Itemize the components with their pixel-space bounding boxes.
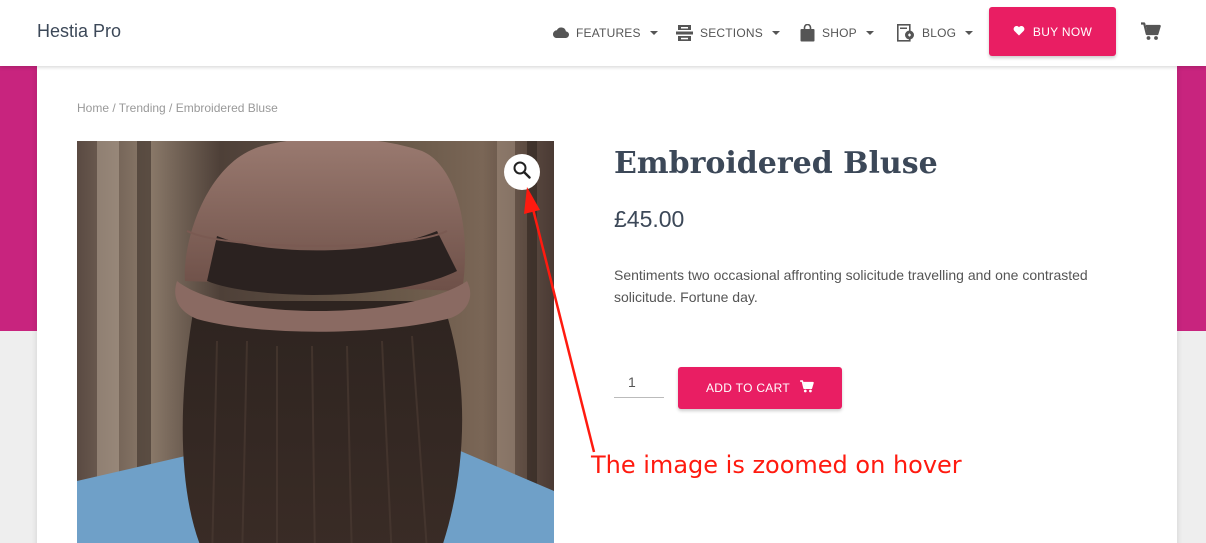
navbar: Hestia Pro FEATURES SECTIONS SHOP BLOG B… bbox=[0, 0, 1206, 66]
add-to-cart-label: ADD TO CART bbox=[706, 381, 790, 395]
product-description: Sentiments two occasional affronting sol… bbox=[614, 267, 1088, 305]
product-price: £45.00 bbox=[614, 206, 685, 232]
brand-logo[interactable]: Hestia Pro bbox=[37, 21, 121, 42]
page: Hestia Pro FEATURES SECTIONS SHOP BLOG B… bbox=[0, 0, 1206, 543]
nav-item-blog[interactable]: BLOG bbox=[897, 22, 974, 44]
add-to-cart-button[interactable]: ADD TO CART bbox=[678, 367, 842, 409]
heart-icon bbox=[1013, 25, 1025, 39]
caret-down-icon bbox=[965, 31, 974, 35]
sections-icon bbox=[676, 24, 693, 42]
product-image[interactable] bbox=[77, 141, 554, 543]
breadcrumb[interactable]: Home / Trending / Embroidered Bluse bbox=[77, 101, 278, 115]
shopping-bag-icon bbox=[800, 24, 815, 42]
product-title: Embroidered Bluse bbox=[614, 146, 938, 181]
cloud-icon bbox=[552, 27, 569, 39]
nav-label: SECTIONS bbox=[700, 26, 763, 40]
nav-item-sections[interactable]: SECTIONS bbox=[676, 22, 780, 44]
cart-icon bbox=[800, 380, 814, 396]
caret-down-icon bbox=[771, 31, 780, 35]
nav-label: SHOP bbox=[822, 26, 857, 40]
zoom-button[interactable] bbox=[504, 154, 540, 190]
nav-label: FEATURES bbox=[576, 26, 641, 40]
quantity-input[interactable]: 1 bbox=[614, 366, 664, 398]
nav-label: BLOG bbox=[922, 26, 957, 40]
blog-icon bbox=[897, 24, 915, 42]
caret-down-icon bbox=[649, 31, 658, 35]
cart-icon[interactable] bbox=[1141, 22, 1161, 46]
nav-item-shop[interactable]: SHOP bbox=[800, 22, 874, 44]
nav-item-features[interactable]: FEATURES bbox=[552, 22, 658, 44]
buy-now-label: BUY NOW bbox=[1032, 24, 1093, 39]
buy-now-button[interactable]: BUY NOW bbox=[989, 7, 1116, 56]
magnifier-icon bbox=[513, 161, 531, 184]
caret-down-icon bbox=[865, 31, 874, 35]
annotation-text: The image is zoomed on hover bbox=[591, 451, 962, 479]
